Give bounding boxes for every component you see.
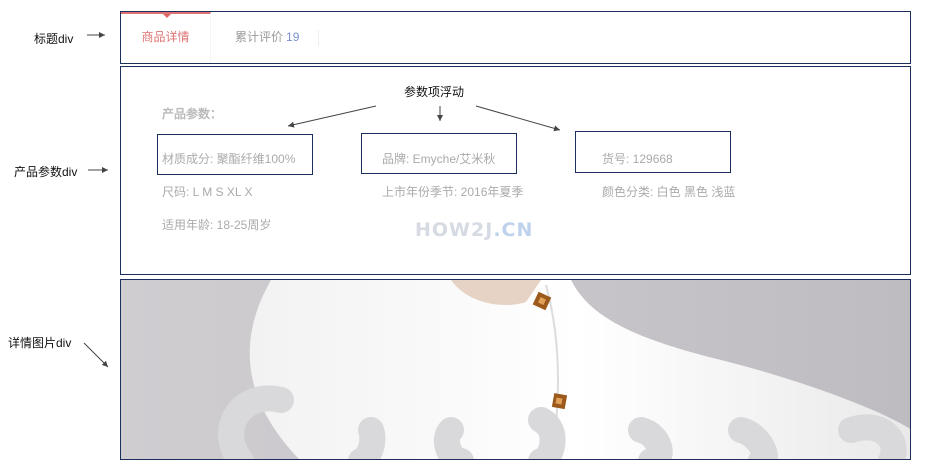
arrow-to-image-div: [83, 342, 109, 368]
arrow-to-param-box-1: [287, 105, 377, 128]
arrow-to-param-box-3: [475, 105, 561, 132]
annotation-arrows: [83, 32, 561, 368]
